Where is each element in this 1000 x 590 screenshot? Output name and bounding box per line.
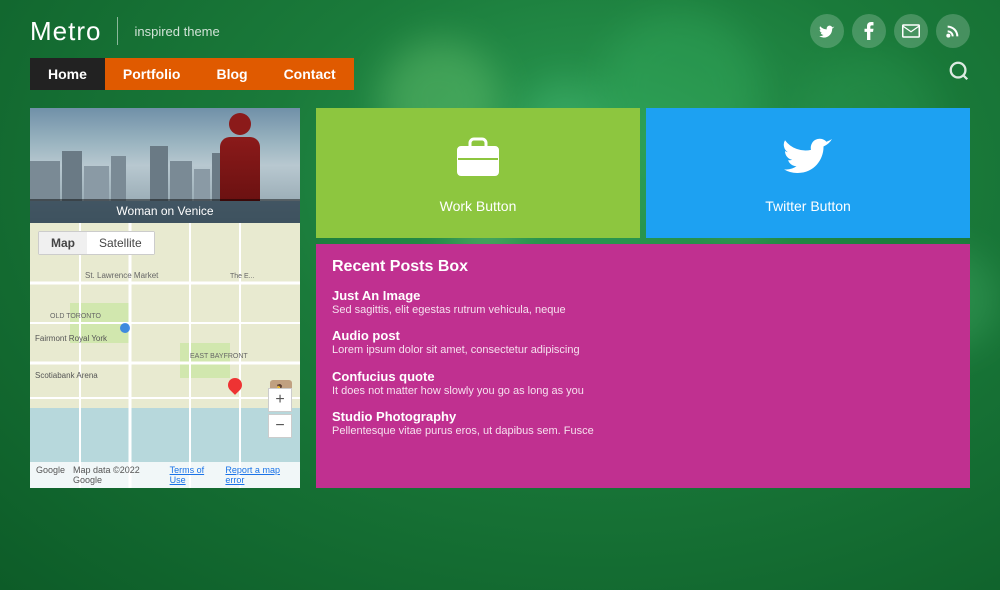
logo-subtitle: inspired theme	[134, 24, 219, 39]
recent-posts-title: Recent Posts Box	[332, 258, 954, 276]
briefcase-icon	[452, 133, 504, 190]
nav-portfolio[interactable]: Portfolio	[105, 58, 199, 90]
post-title-0[interactable]: Just An Image	[332, 288, 954, 303]
map-tile[interactable]: St. Lawrence Market OLD TORONTO Fairmont…	[30, 223, 300, 488]
svg-text:St. Lawrence Market: St. Lawrence Market	[85, 271, 159, 280]
nav-bar: Home Portfolio Blog Contact	[0, 58, 1000, 90]
twitter-button-tile[interactable]: Twitter Button	[646, 108, 970, 238]
post-excerpt-2: It does not matter how slowly you go as …	[332, 384, 954, 399]
post-excerpt-0: Sed sagittis, elit egestas rutrum vehicu…	[332, 303, 954, 318]
report-link[interactable]: Report a map error	[225, 465, 294, 485]
zoom-out-button[interactable]: −	[268, 414, 292, 438]
post-item-0: Just An Image Sed sagittis, elit egestas…	[332, 288, 954, 318]
zoom-in-button[interactable]: +	[268, 388, 292, 412]
image-tile: Woman on Venice	[30, 108, 300, 223]
header: Metro inspired theme	[0, 0, 1000, 58]
map-tab-satellite[interactable]: Satellite	[87, 232, 154, 254]
logo-area: Metro inspired theme	[30, 16, 220, 47]
svg-text:Scotiabank Arena: Scotiabank Arena	[35, 371, 98, 380]
svg-text:OLD TORONTO: OLD TORONTO	[50, 313, 102, 320]
map-footer: Google Map data ©2022 Google Terms of Us…	[30, 462, 300, 488]
map-data-text: Map data ©2022 Google	[73, 465, 162, 485]
map-controls: + −	[268, 388, 292, 438]
work-button-label: Work Button	[440, 198, 517, 214]
post-title-1[interactable]: Audio post	[332, 328, 954, 343]
tiles-row: Work Button Twitter Button	[316, 108, 970, 238]
search-icon[interactable]	[948, 60, 970, 88]
post-item-3: Studio Photography Pellentesque vitae pu…	[332, 409, 954, 439]
nav-blog[interactable]: Blog	[198, 58, 265, 90]
twitter-button-label: Twitter Button	[765, 198, 851, 214]
post-title-3[interactable]: Studio Photography	[332, 409, 954, 424]
post-title-2[interactable]: Confucius quote	[332, 369, 954, 384]
email-social-icon[interactable]	[894, 14, 928, 48]
post-item-2: Confucius quote It does not matter how s…	[332, 369, 954, 399]
right-column: Work Button Twitter Button Recent Posts …	[316, 108, 970, 488]
post-excerpt-1: Lorem ipsum dolor sit amet, consectetur …	[332, 343, 954, 358]
work-button-tile[interactable]: Work Button	[316, 108, 640, 238]
post-excerpt-3: Pellentesque vitae purus eros, ut dapibu…	[332, 424, 954, 439]
main-content: Woman on Venice	[0, 108, 1000, 488]
map-tabs: Map Satellite	[38, 231, 155, 255]
left-column: Woman on Venice	[30, 108, 300, 488]
map-tab-map[interactable]: Map	[39, 232, 87, 254]
logo-divider	[117, 17, 118, 45]
svg-text:EAST BAYFRONT: EAST BAYFRONT	[190, 353, 248, 360]
logo-text: Metro	[30, 16, 101, 47]
svg-text:Fairmont Royal York: Fairmont Royal York	[35, 334, 108, 343]
google-logo: Google	[36, 465, 65, 485]
nav-contact[interactable]: Contact	[266, 58, 354, 90]
post-item-1: Audio post Lorem ipsum dolor sit amet, c…	[332, 328, 954, 358]
image-caption: Woman on Venice	[30, 199, 300, 223]
facebook-social-icon[interactable]	[852, 14, 886, 48]
recent-posts-box: Recent Posts Box Just An Image Sed sagit…	[316, 244, 970, 488]
social-icons	[810, 14, 970, 48]
terms-link[interactable]: Terms of Use	[170, 465, 218, 485]
twitter-social-icon[interactable]	[810, 14, 844, 48]
twitter-bird-icon	[782, 133, 834, 190]
nav-home[interactable]: Home	[30, 58, 105, 90]
rss-social-icon[interactable]	[936, 14, 970, 48]
svg-text:The E...: The E...	[230, 273, 255, 280]
